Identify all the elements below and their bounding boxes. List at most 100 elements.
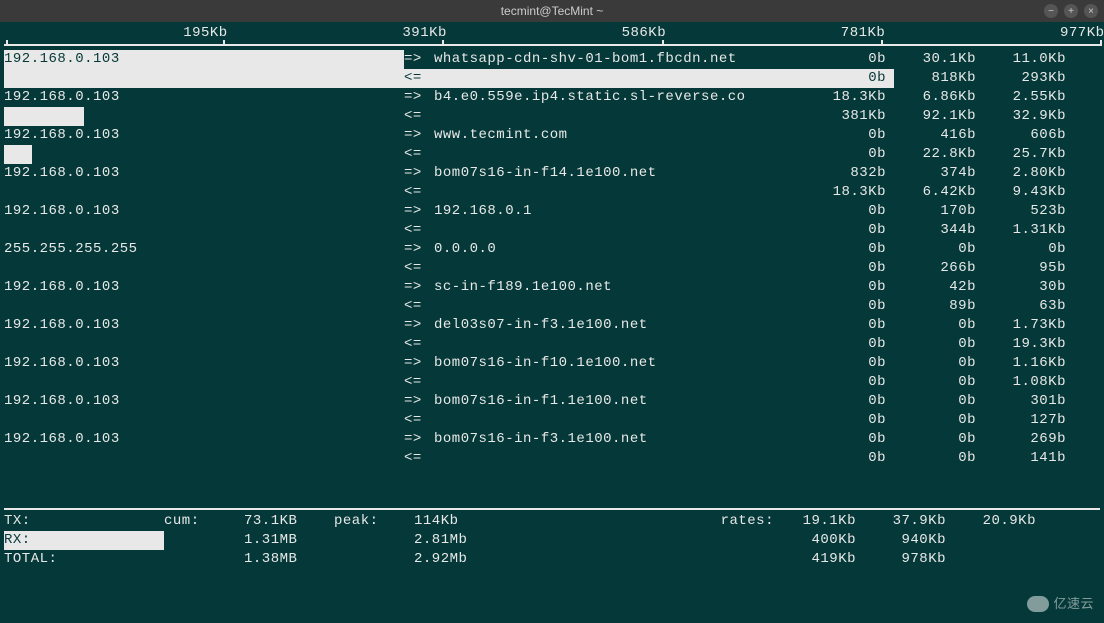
rx-rate: 1.08Kb bbox=[984, 373, 1074, 392]
rx-rate: 18.3Kb bbox=[804, 183, 894, 202]
dest-host: bom07s16-in-f1.1e100.net bbox=[434, 392, 804, 411]
total-cum: 1.38MB bbox=[244, 550, 334, 569]
stats-rx: RX: 1.31MB 2.81Mb 400Kb 940Kb bbox=[4, 531, 1100, 550]
source-host: 192.168.0.103 bbox=[4, 202, 404, 221]
source-host-blank bbox=[4, 145, 404, 164]
tx-arrow: => bbox=[404, 50, 434, 69]
dest-blank bbox=[434, 69, 804, 88]
connection-tx-row: 192.168.0.103=>del03s07-in-f3.1e100.net0… bbox=[4, 316, 1100, 335]
tx-rate: 0b bbox=[804, 240, 894, 259]
tx-rate: 170b bbox=[894, 202, 984, 221]
rx-rate: 0b bbox=[894, 411, 984, 430]
dest-host: del03s07-in-f3.1e100.net bbox=[434, 316, 804, 335]
rx-rate: 89b bbox=[894, 297, 984, 316]
tx-rate: 2.55Kb bbox=[984, 88, 1074, 107]
close-icon[interactable]: × bbox=[1084, 4, 1098, 18]
tx-arrow: => bbox=[404, 392, 434, 411]
dest-host: 192.168.0.1 bbox=[434, 202, 804, 221]
dest-host: www.tecmint.com bbox=[434, 126, 804, 145]
cloud-icon bbox=[1027, 596, 1049, 612]
source-host-blank bbox=[4, 335, 404, 354]
connection-rx-row: <=18.3Kb6.42Kb9.43Kb bbox=[4, 183, 1100, 202]
rx-cum: 1.31MB bbox=[244, 531, 334, 550]
connection-rx-row: <=0b0b141b bbox=[4, 449, 1100, 468]
connection-tx-row: 192.168.0.103=>bom07s16-in-f1.1e100.net0… bbox=[4, 392, 1100, 411]
source-host: 192.168.0.103 bbox=[4, 278, 404, 297]
bandwidth-scale: 195Kb391Kb586Kb781Kb977Kb bbox=[4, 24, 1100, 46]
connection-rx-row: <=0b22.8Kb25.7Kb bbox=[4, 145, 1100, 164]
tx-rate: 30b bbox=[984, 278, 1074, 297]
rx-rate-1: 400Kb bbox=[774, 531, 864, 550]
tx-rate: 18.3Kb bbox=[804, 88, 894, 107]
connection-tx-row: 192.168.0.103=>www.tecmint.com0b416b606b bbox=[4, 126, 1100, 145]
connection-list: 192.168.0.103=>whatsapp-cdn-shv-01-bom1.… bbox=[4, 50, 1100, 468]
rx-arrow: <= bbox=[404, 145, 434, 164]
tx-cum: 73.1KB bbox=[244, 512, 334, 531]
rx-arrow: <= bbox=[404, 449, 434, 468]
dest-blank bbox=[434, 183, 804, 202]
tx-rate: 11.0Kb bbox=[984, 50, 1074, 69]
rx-arrow: <= bbox=[404, 221, 434, 240]
tx-arrow: => bbox=[404, 316, 434, 335]
rx-rate: 9.43Kb bbox=[984, 183, 1074, 202]
tx-rate-2: 37.9Kb bbox=[864, 512, 954, 531]
rx-arrow: <= bbox=[404, 411, 434, 430]
tx-rate: 0b bbox=[984, 240, 1074, 259]
tx-rate: 30.1Kb bbox=[894, 50, 984, 69]
connection-rx-row: <=0b0b127b bbox=[4, 411, 1100, 430]
rx-arrow: <= bbox=[404, 297, 434, 316]
terminal-window: tecmint@TecMint ~ − + × 195Kb391Kb586Kb7… bbox=[0, 0, 1104, 623]
rx-rate: 0b bbox=[804, 297, 894, 316]
divider bbox=[4, 508, 1100, 510]
tx-rate: 1.16Kb bbox=[984, 354, 1074, 373]
rx-arrow: <= bbox=[404, 373, 434, 392]
total-rate-2: 978Kb bbox=[864, 550, 954, 569]
source-host-blank bbox=[4, 69, 404, 88]
source-host: 255.255.255.255 bbox=[4, 240, 404, 259]
rx-rate: 0b bbox=[804, 145, 894, 164]
rx-rate: 22.8Kb bbox=[894, 145, 984, 164]
scale-tick: 977Kb bbox=[1060, 24, 1104, 43]
dest-blank bbox=[434, 297, 804, 316]
dest-host: whatsapp-cdn-shv-01-bom1.fbcdn.net bbox=[434, 50, 804, 69]
source-host: 192.168.0.103 bbox=[4, 164, 404, 183]
source-host-blank bbox=[4, 297, 404, 316]
tx-arrow: => bbox=[404, 164, 434, 183]
tx-rate: 0b bbox=[894, 354, 984, 373]
terminal-body[interactable]: 195Kb391Kb586Kb781Kb977Kb 192.168.0.103=… bbox=[0, 22, 1104, 623]
tx-rate: 606b bbox=[984, 126, 1074, 145]
rx-rate: 0b bbox=[894, 335, 984, 354]
tx-rate: 0b bbox=[894, 316, 984, 335]
source-host: 192.168.0.103 bbox=[4, 354, 404, 373]
tx-rate: 0b bbox=[804, 430, 894, 449]
dest-blank bbox=[434, 221, 804, 240]
rx-rate: 0b bbox=[804, 373, 894, 392]
rx-rate: 1.31Kb bbox=[984, 221, 1074, 240]
connection-rx-row: <=0b0b19.3Kb bbox=[4, 335, 1100, 354]
tx-rate: 832b bbox=[804, 164, 894, 183]
maximize-icon[interactable]: + bbox=[1064, 4, 1078, 18]
rx-peak: 2.81Mb bbox=[414, 531, 534, 550]
dest-host: sc-in-f189.1e100.net bbox=[434, 278, 804, 297]
rx-label: RX: bbox=[4, 531, 164, 550]
connection-rx-row: <=0b818Kb293Kb bbox=[4, 69, 1100, 88]
source-host-blank bbox=[4, 449, 404, 468]
stats-footer: TX: cum: 73.1KB peak: 114Kb rates: 19.1K… bbox=[4, 512, 1100, 569]
dest-host: b4.e0.559e.ip4.static.sl-reverse.co bbox=[434, 88, 804, 107]
rx-rate: 0b bbox=[804, 335, 894, 354]
tx-arrow: => bbox=[404, 354, 434, 373]
titlebar: tecmint@TecMint ~ − + × bbox=[0, 0, 1104, 22]
rx-rate: 141b bbox=[984, 449, 1074, 468]
stats-total: TOTAL: 1.38MB 2.92Mb 419Kb 978Kb bbox=[4, 550, 1100, 569]
rx-arrow: <= bbox=[404, 183, 434, 202]
rx-rate: 0b bbox=[804, 221, 894, 240]
tx-rate-3: 20.9Kb bbox=[954, 512, 1044, 531]
rx-rate-2: 940Kb bbox=[864, 531, 954, 550]
tx-label: TX: bbox=[4, 512, 164, 531]
rx-rate: 0b bbox=[894, 449, 984, 468]
connection-tx-row: 192.168.0.103=>192.168.0.10b170b523b bbox=[4, 202, 1100, 221]
dest-host: bom07s16-in-f3.1e100.net bbox=[434, 430, 804, 449]
tx-rate: 0b bbox=[894, 392, 984, 411]
minimize-icon[interactable]: − bbox=[1044, 4, 1058, 18]
tx-rate: 374b bbox=[894, 164, 984, 183]
